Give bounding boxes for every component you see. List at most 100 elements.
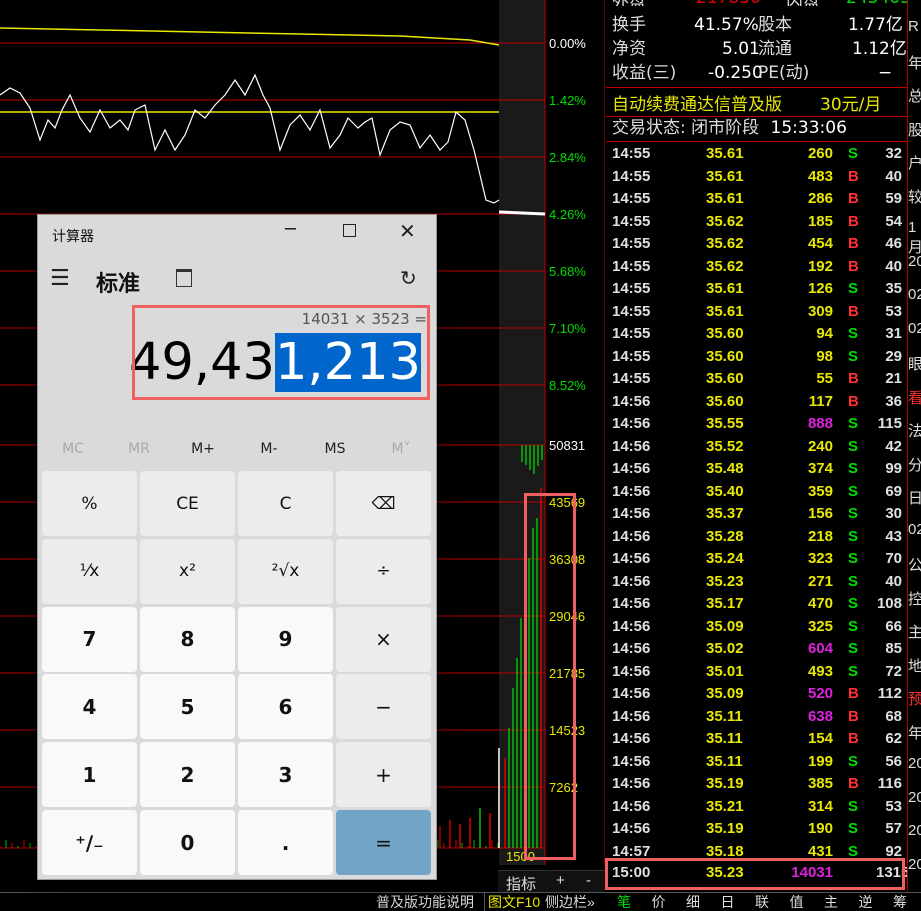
tick-side: S	[848, 595, 859, 612]
six-button[interactable]: 6	[238, 674, 333, 740]
equals-button[interactable]: =	[336, 810, 431, 875]
backspace-button[interactable]: ⌫	[336, 471, 431, 536]
clear-entry-button[interactable]: CE	[140, 471, 235, 536]
menu-icon[interactable]: ☰	[50, 266, 70, 291]
f10-link[interactable]: 图文F10	[484, 893, 540, 911]
divide-button[interactable]: ÷	[336, 538, 431, 604]
zoom-in-button[interactable]: +	[556, 872, 565, 889]
one-button[interactable]: 1	[42, 742, 137, 808]
bottom-tab[interactable]: 主	[824, 893, 838, 911]
pe-label: PE(动)	[758, 63, 810, 83]
bottom-tab[interactable]: 逆	[859, 893, 873, 911]
tick-time: 14:55	[612, 325, 651, 342]
four-button[interactable]: 4	[42, 674, 137, 740]
clear-button[interactable]: C	[238, 471, 333, 536]
tick-volume: 431	[807, 842, 833, 860]
tick-volume: 323	[807, 550, 833, 567]
tick-time: 14:56	[612, 707, 651, 725]
keep-on-top-icon[interactable]	[176, 269, 192, 287]
tick-volume: 604	[807, 640, 833, 657]
bottom-tab[interactable]: 筹	[893, 893, 907, 911]
tick-side: B	[848, 212, 859, 230]
multiply-button[interactable]: ×	[336, 606, 431, 672]
subtract-button[interactable]: −	[336, 674, 431, 740]
memory-button[interactable]: MS	[305, 441, 365, 457]
tick-side: S	[848, 145, 859, 162]
side-panel-char: 眼	[908, 353, 921, 374]
sidebar-toggle[interactable]: 侧边栏»	[545, 893, 595, 911]
tick-price: 35.01	[706, 662, 744, 680]
tick-price: 35.19	[706, 820, 744, 837]
eps-row: 收益(三) -0.250 PE(动) −	[612, 61, 892, 85]
five-button[interactable]: 5	[140, 674, 235, 740]
memory-button[interactable]: M+	[173, 441, 233, 457]
tick-row: 14:56 35.40 359 S 69	[606, 481, 907, 504]
tick-volume: 454	[807, 235, 833, 252]
add-button[interactable]: +	[336, 742, 431, 808]
feature-help-link[interactable]: 普及版功能说明	[376, 893, 474, 911]
annotation-box-final-tick	[605, 858, 905, 890]
bottom-tab[interactable]: 值	[790, 893, 804, 911]
tick-time: 14:56	[612, 640, 651, 657]
memory-button[interactable]: MR	[109, 441, 169, 457]
decimal-button[interactable]: .	[238, 810, 333, 875]
net-asset-row: 净资 5.01 流通 1.12亿	[612, 37, 907, 61]
annotation-box-volume	[524, 493, 576, 860]
square-button[interactable]: x²	[140, 538, 235, 604]
tick-side: B	[848, 707, 859, 725]
side-panel-char: R	[908, 18, 919, 35]
bottom-tab[interactable]: 价	[652, 893, 666, 911]
eight-button[interactable]: 8	[140, 606, 235, 672]
tick-count: 32	[885, 145, 902, 162]
nine-button[interactable]: 9	[238, 606, 333, 672]
tick-volume: 470	[807, 595, 833, 612]
volume-label: 50831	[549, 438, 586, 453]
tick-price: 35.61	[706, 190, 744, 207]
promo-price: 30元/月	[820, 95, 882, 115]
close-button[interactable]: ✕	[399, 219, 416, 243]
side-panel-char: 20	[908, 855, 921, 873]
zero-button[interactable]: 0	[140, 810, 235, 875]
tick-volume: 218	[807, 527, 833, 545]
tick-row: 14:56 35.11 199 S 56	[606, 751, 907, 774]
tick-side: B	[848, 167, 859, 185]
seven-button[interactable]: 7	[42, 606, 137, 672]
tick-side: S	[848, 842, 859, 860]
minimize-button[interactable]: ─	[285, 219, 296, 240]
side-panel-char: 02	[908, 319, 921, 337]
bottom-tab[interactable]: 日	[721, 893, 735, 911]
tick-time: 14:56	[612, 482, 651, 500]
side-panel-char: 较	[908, 186, 921, 207]
divider	[606, 141, 907, 142]
annotation-box-result	[132, 305, 430, 400]
tick-volume: 638	[807, 707, 833, 725]
bottom-tab[interactable]: 细	[686, 893, 700, 911]
side-panel-char: 年	[908, 722, 921, 743]
maximize-button[interactable]	[343, 224, 356, 237]
top-cut-row: 外盘 217850 内盘 245405	[606, 0, 907, 6]
three-button[interactable]: 3	[238, 742, 333, 808]
promo-banner[interactable]: 自动续费通达信普及版 30元/月	[606, 87, 907, 117]
bottom-tab[interactable]: 联	[755, 893, 769, 911]
negate-button[interactable]: ⁺∕₋	[42, 810, 137, 875]
bottom-tab[interactable]: 笔	[617, 893, 631, 911]
square-root-button[interactable]: ²√x	[238, 538, 333, 604]
indicator-button[interactable]: 指标	[506, 873, 536, 894]
zoom-out-button[interactable]: -	[586, 872, 591, 889]
status-row: 交易状态: 闭市阶段 15:33:06	[612, 116, 847, 140]
tick-price: 35.21	[706, 797, 744, 815]
memory-button[interactable]: MC	[43, 441, 103, 457]
turnover-value: 41.57%	[694, 15, 759, 35]
history-icon[interactable]: ↻	[400, 266, 417, 290]
percent-button[interactable]: %	[42, 471, 137, 536]
side-panel-char: 主	[908, 621, 921, 642]
memory-button[interactable]: M˅	[371, 441, 431, 457]
tick-side: S	[848, 280, 859, 297]
status-label: 交易状态:	[612, 118, 686, 138]
reciprocal-button[interactable]: ¹⁄x	[42, 538, 137, 604]
tick-row: 14:55 35.62 192 B 40	[606, 256, 907, 279]
net-asset-label: 净资	[612, 39, 646, 59]
tick-side: S	[848, 550, 859, 567]
two-button[interactable]: 2	[140, 742, 235, 808]
memory-button[interactable]: M-	[239, 441, 299, 457]
